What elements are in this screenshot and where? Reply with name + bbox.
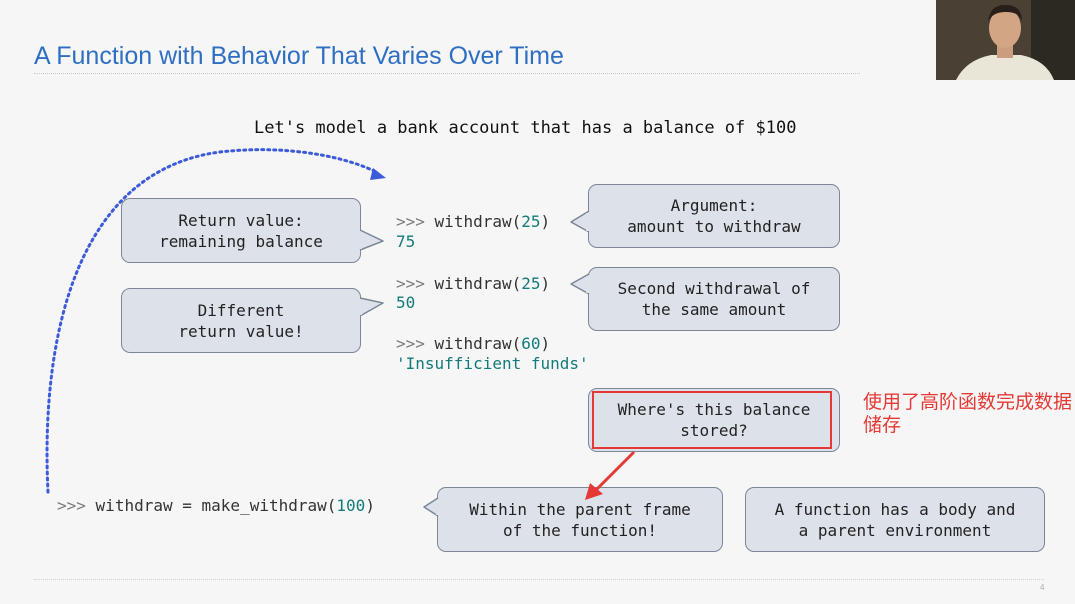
tail-return-value: [359, 229, 384, 251]
tail-different: [359, 297, 384, 317]
tail-parent-frame: [423, 497, 439, 517]
red-annotation-arrow: [594, 450, 636, 492]
dotted-curved-arrow: [45, 148, 380, 494]
diagram-overlay: [45, 148, 636, 517]
